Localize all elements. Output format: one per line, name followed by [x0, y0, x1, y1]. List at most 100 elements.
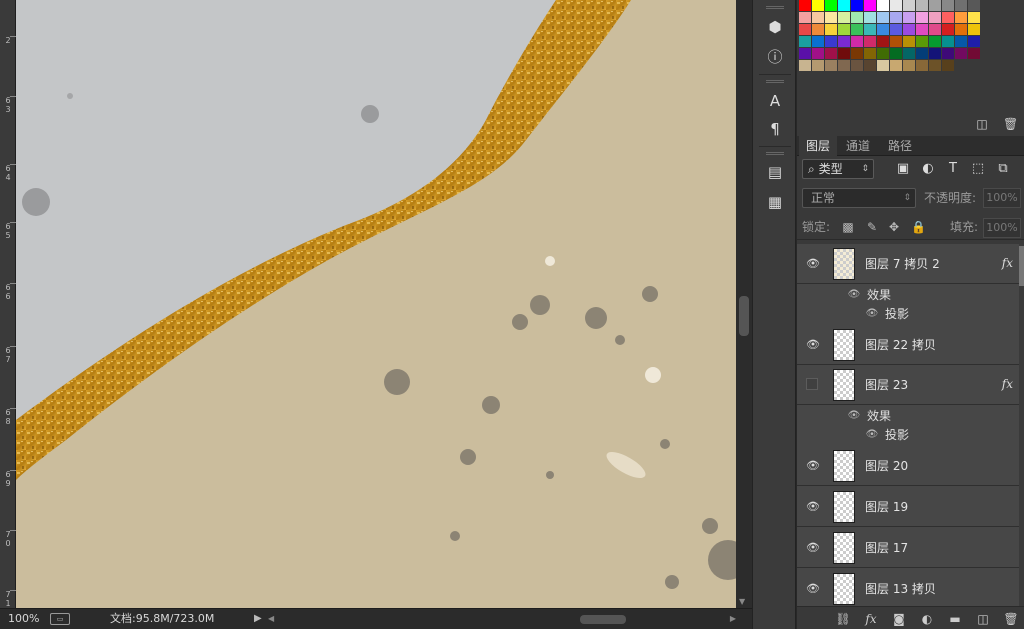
color-swatch[interactable] — [812, 60, 824, 71]
color-swatch[interactable] — [942, 0, 954, 11]
layer-name[interactable]: 图层 20 — [865, 446, 908, 486]
color-swatch[interactable] — [799, 60, 811, 71]
eye-icon[interactable]: 👁 — [847, 409, 861, 423]
color-swatch[interactable] — [968, 24, 980, 35]
color-swatch[interactable] — [812, 36, 824, 47]
color-swatch[interactable] — [916, 48, 928, 59]
layer-row[interactable]: 👁 图层 13 拷贝 — [797, 569, 1019, 606]
color-swatch[interactable] — [890, 60, 902, 71]
color-swatch[interactable] — [916, 36, 928, 47]
delete-swatch-icon[interactable]: 🗑 — [1003, 117, 1018, 131]
color-swatch[interactable] — [838, 0, 850, 11]
eye-icon[interactable]: 👁 — [806, 500, 820, 514]
color-swatch[interactable] — [916, 12, 928, 23]
tab-paths[interactable]: 路径 — [881, 136, 919, 156]
info-icon[interactable]: ⓘ — [763, 46, 787, 68]
new-layer-icon[interactable]: ◫ — [975, 611, 991, 627]
color-swatch[interactable] — [968, 12, 980, 23]
add-style-icon[interactable]: fx — [863, 611, 879, 627]
tab-layers[interactable]: 图层 — [799, 136, 838, 156]
add-mask-icon[interactable]: ◙ — [891, 611, 907, 627]
color-swatch[interactable] — [864, 48, 876, 59]
layers-scrollbar[interactable] — [1019, 244, 1024, 606]
color-swatch[interactable] — [877, 36, 889, 47]
color-swatch[interactable] — [929, 12, 941, 23]
color-swatch[interactable] — [955, 36, 967, 47]
scrollbar-thumb[interactable] — [739, 296, 749, 336]
color-swatch[interactable] — [825, 0, 837, 11]
color-swatch[interactable] — [903, 36, 915, 47]
layer-row[interactable]: 👁 图层 22 拷贝 — [797, 325, 1019, 365]
character-icon[interactable]: A — [763, 90, 787, 112]
eye-icon[interactable]: 👁 — [806, 541, 820, 555]
color-swatch[interactable] — [903, 48, 915, 59]
effects-row[interactable]: 👁 效果 — [797, 406, 1019, 426]
layer-row[interactable]: 图层 23 fx — [797, 365, 1019, 405]
new-group-icon[interactable]: ▬ — [947, 611, 963, 627]
adjustment-layer-icon[interactable]: ◐ — [919, 611, 935, 627]
color-swatch[interactable] — [864, 36, 876, 47]
eye-icon[interactable]: 👁 — [865, 428, 879, 442]
fx-icon[interactable]: fx — [1002, 377, 1013, 391]
layer-row[interactable]: 👁 图层 19 — [797, 487, 1019, 527]
color-swatch[interactable] — [942, 36, 954, 47]
smart-object-filter-icon[interactable]: ⧉ — [995, 161, 1011, 177]
eye-icon[interactable]: 👁 — [847, 288, 861, 302]
color-swatch[interactable] — [864, 0, 876, 11]
notes-icon[interactable]: ▤ — [763, 161, 787, 183]
effects-row[interactable]: 👁 效果 — [797, 285, 1019, 305]
color-swatch[interactable] — [864, 24, 876, 35]
color-swatch[interactable] — [968, 0, 980, 11]
color-swatch[interactable] — [799, 0, 811, 11]
color-swatch[interactable] — [799, 36, 811, 47]
color-swatch[interactable] — [929, 36, 941, 47]
eye-icon[interactable]: 👁 — [865, 307, 879, 321]
shape-filter-icon[interactable]: ⬚ — [970, 161, 986, 177]
link-layers-icon[interactable]: ⛓ — [835, 611, 851, 627]
color-swatch[interactable] — [812, 12, 824, 23]
color-swatch[interactable] — [916, 24, 928, 35]
new-swatch-icon[interactable]: ◫ — [975, 117, 989, 131]
color-swatch[interactable] — [864, 12, 876, 23]
color-swatch[interactable] — [955, 48, 967, 59]
color-swatch[interactable] — [825, 24, 837, 35]
color-swatch[interactable] — [838, 36, 850, 47]
color-swatch[interactable] — [851, 12, 863, 23]
color-swatch[interactable] — [838, 12, 850, 23]
color-swatch[interactable] — [942, 60, 954, 71]
drop-shadow-row[interactable]: 👁 投影 — [797, 425, 1019, 445]
visibility-off-box[interactable] — [806, 378, 818, 390]
layer-name[interactable]: 图层 19 — [865, 487, 908, 527]
color-swatch[interactable] — [968, 48, 980, 59]
color-swatch[interactable] — [877, 12, 889, 23]
film-icon[interactable]: ▭ — [50, 613, 70, 625]
color-swatch[interactable] — [968, 36, 980, 47]
layer-name[interactable]: 图层 23 — [865, 365, 908, 405]
color-swatch[interactable] — [903, 0, 915, 11]
color-swatch[interactable] — [812, 0, 824, 11]
layer-row[interactable]: 👁 图层 7 拷贝 2 fx — [797, 244, 1019, 284]
swatch-grid[interactable] — [799, 0, 981, 72]
fx-icon[interactable]: fx — [1002, 256, 1013, 270]
panel-grip[interactable] — [766, 6, 784, 9]
color-swatch[interactable] — [812, 24, 824, 35]
scrollbar-thumb[interactable] — [1019, 246, 1024, 286]
paragraph-icon[interactable]: ¶ — [763, 118, 787, 140]
color-swatch[interactable] — [877, 48, 889, 59]
layer-row[interactable]: 👁 图层 17 — [797, 528, 1019, 568]
eye-icon[interactable]: 👁 — [806, 338, 820, 352]
color-swatch[interactable] — [877, 24, 889, 35]
color-swatch[interactable] — [916, 60, 928, 71]
color-swatch[interactable] — [890, 48, 902, 59]
scrollbar-thumb[interactable] — [580, 615, 626, 624]
eye-icon[interactable]: 👁 — [806, 257, 820, 271]
layer-name[interactable]: 图层 17 — [865, 528, 908, 568]
adjustment-filter-icon[interactable]: ◐ — [920, 161, 936, 177]
color-swatch[interactable] — [838, 48, 850, 59]
color-swatch[interactable] — [825, 48, 837, 59]
fill-field[interactable]: 100% — [983, 218, 1021, 238]
image-filter-icon[interactable]: ▣ — [895, 161, 911, 177]
color-swatch[interactable] — [799, 24, 811, 35]
canvas-horizontal-scrollbar[interactable]: ◀ ▶ — [268, 613, 736, 625]
color-swatch[interactable] — [799, 48, 811, 59]
